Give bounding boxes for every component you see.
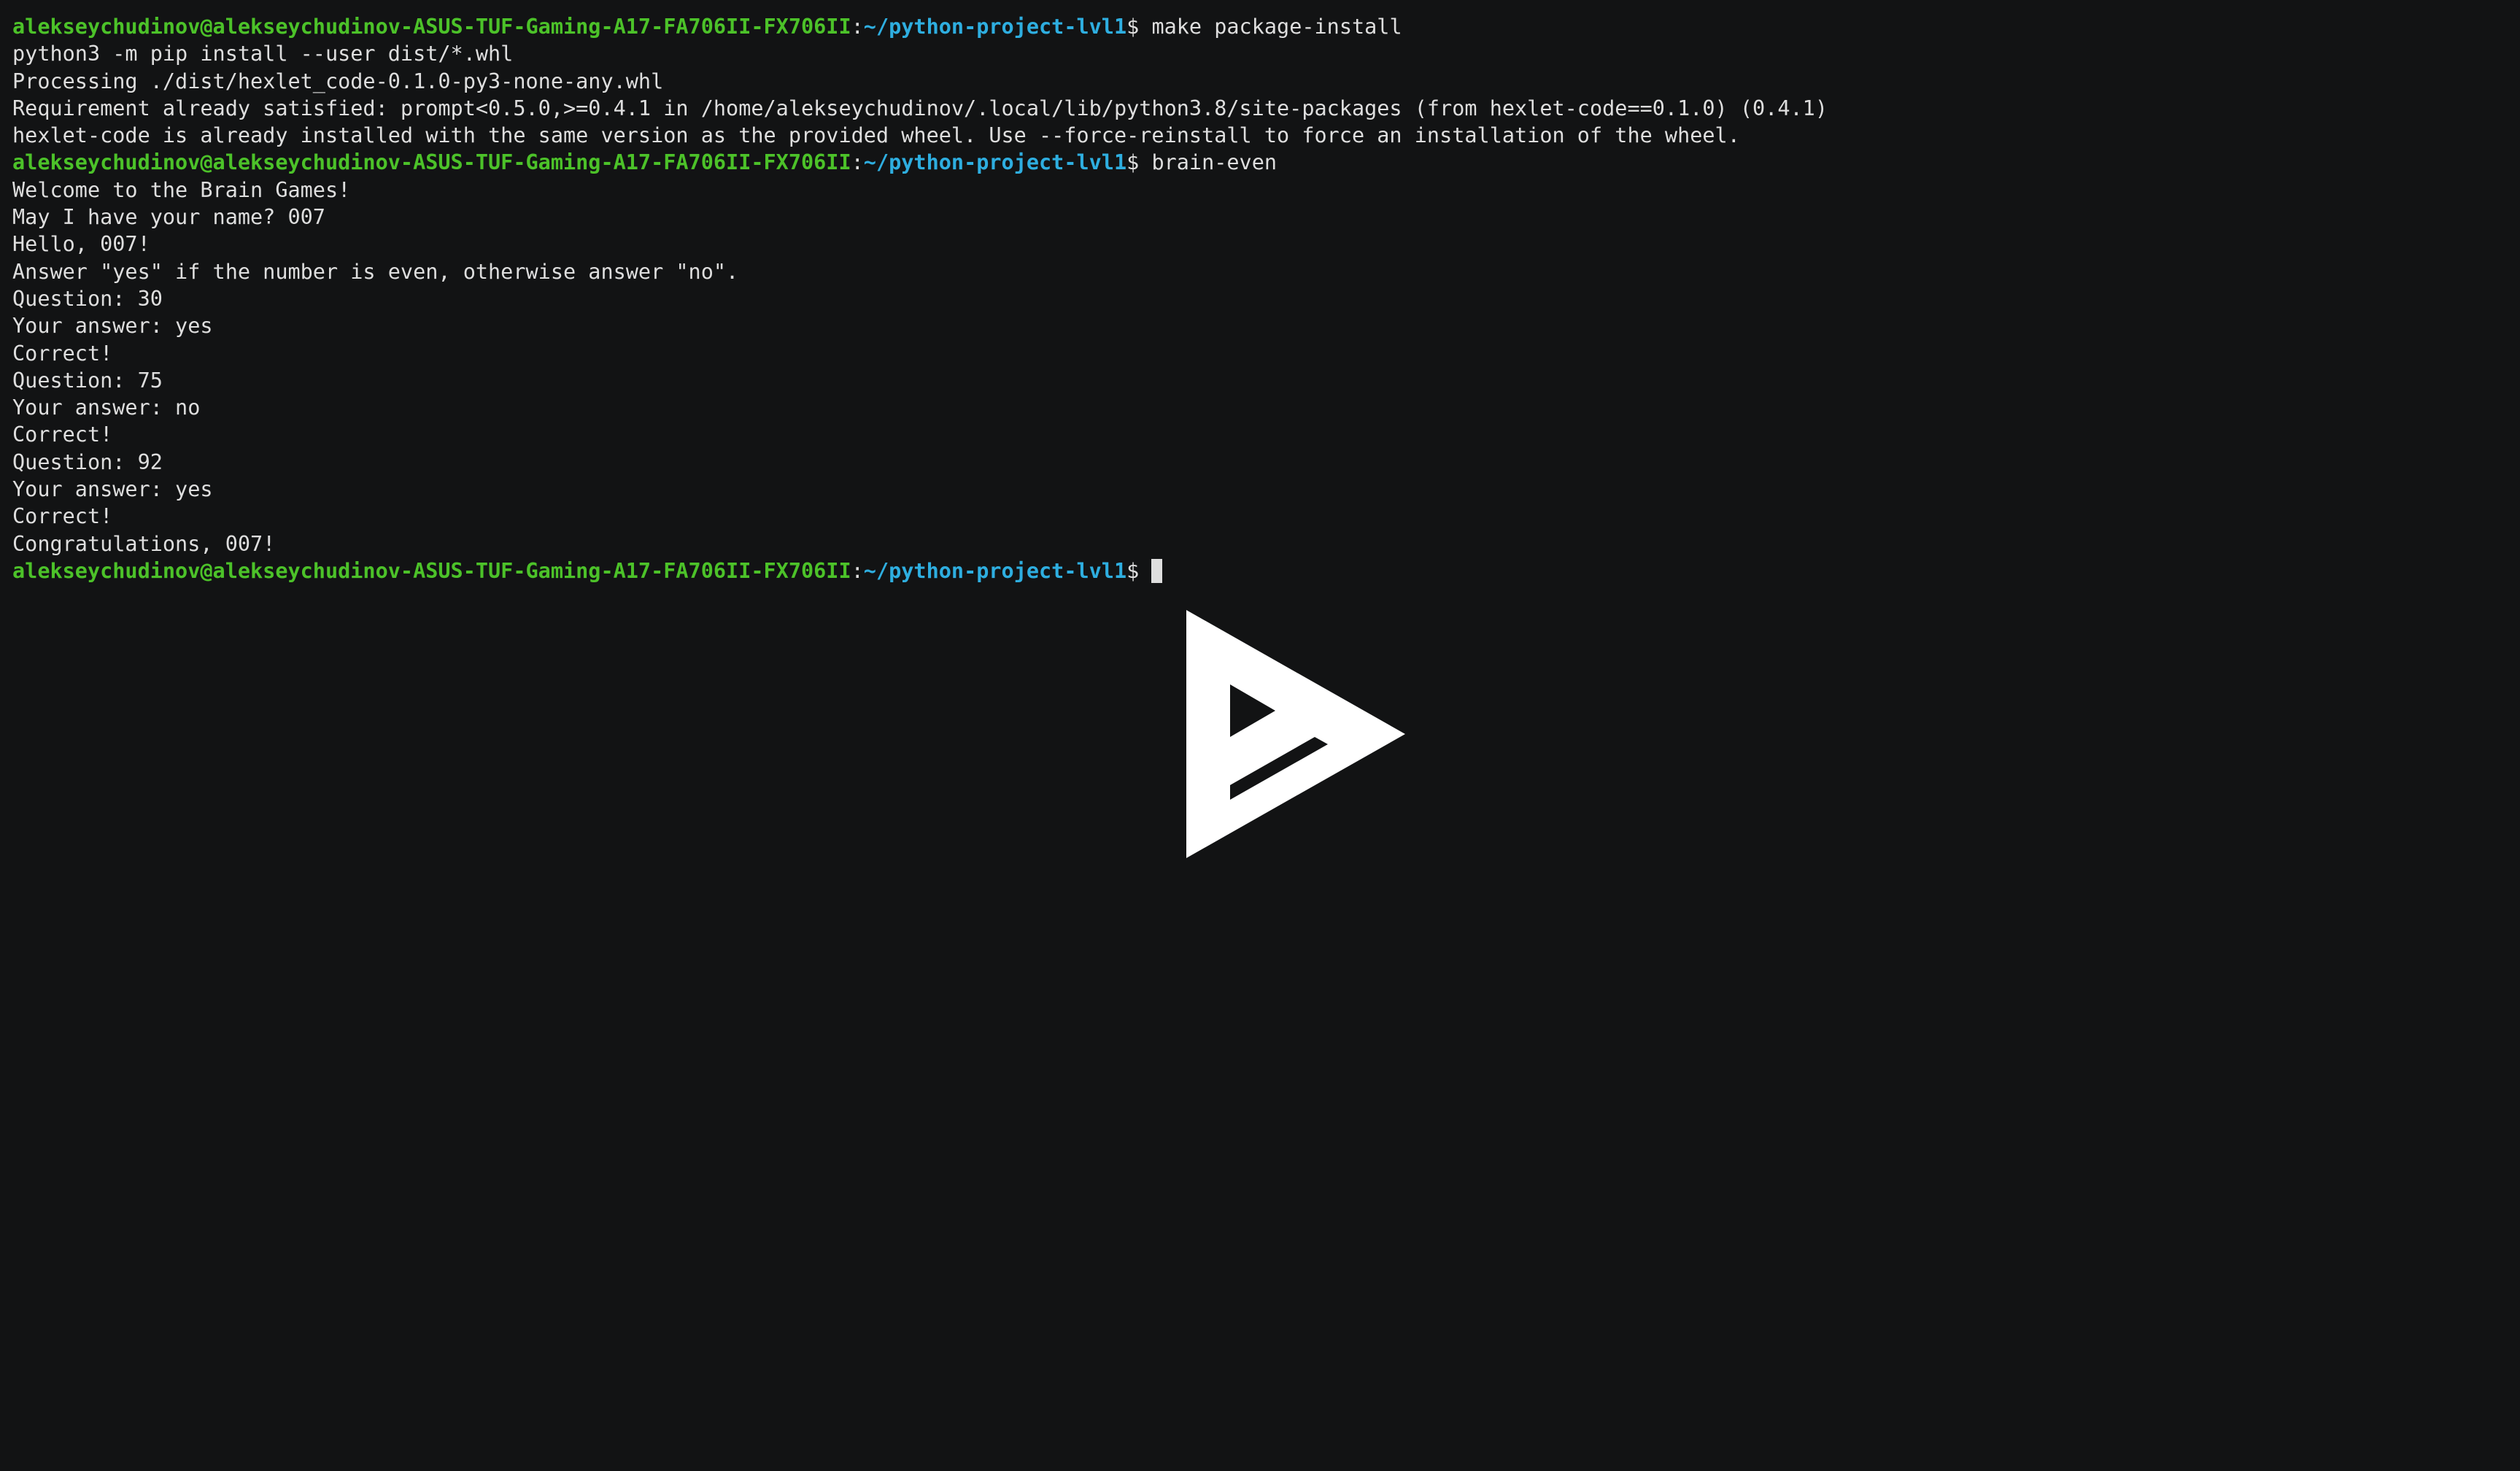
output-line: Question: 30 (12, 286, 163, 311)
output-line: hexlet-code is already installed with th… (12, 123, 1740, 148)
output-line: Question: 75 (12, 368, 163, 393)
prompt-path: ~/python-project-lvl1 (863, 558, 1127, 583)
command-line: alekseychudinov@alekseychudinov-ASUS-TUF… (12, 13, 1828, 40)
output-line: May I have your name? 007 (12, 205, 325, 230)
prompt-separator: : (851, 150, 864, 175)
command-text: brain-even (1151, 150, 1278, 175)
prompt-symbol: $ (1126, 15, 1152, 39)
output-line: Congratulations, 007! (12, 531, 276, 556)
prompt-separator: : (851, 558, 864, 583)
terminal-window[interactable]: alekseychudinov@alekseychudinov-ASUS-TUF… (0, 0, 2520, 1471)
output-line: Your answer: no (12, 395, 201, 420)
output-line: Correct! (12, 504, 113, 529)
prompt-path: ~/python-project-lvl1 (863, 15, 1127, 39)
command-line: alekseychudinov@alekseychudinov-ASUS-TUF… (12, 557, 1828, 584)
prompt-path: ~/python-project-lvl1 (863, 150, 1127, 175)
output-line: Hello, 007! (12, 232, 150, 257)
output-line: Welcome to the Brain Games! (12, 177, 351, 202)
prompt-user-host: alekseychudinov@alekseychudinov-ASUS-TUF… (12, 15, 851, 39)
output-line: python3 -m pip install --user dist/*.whl (12, 42, 514, 66)
prompt-separator: : (851, 15, 864, 39)
command-text: make package-install (1151, 15, 1402, 39)
output-line: Correct! (12, 341, 113, 366)
prompt-symbol: $ (1126, 558, 1152, 583)
output-line: Your answer: yes (12, 314, 213, 339)
command-line: alekseychudinov@alekseychudinov-ASUS-TUF… (12, 149, 1828, 176)
terminal-output: alekseychudinov@alekseychudinov-ASUS-TUF… (12, 13, 1828, 584)
prompt-user-host: alekseychudinov@alekseychudinov-ASUS-TUF… (12, 558, 851, 583)
output-line: Your answer: yes (12, 477, 213, 502)
prompt-symbol: $ (1126, 150, 1152, 175)
asciinema-play-icon[interactable] (1182, 606, 1410, 862)
output-line: Answer "yes" if the number is even, othe… (12, 259, 739, 284)
output-line: Question: 92 (12, 449, 163, 474)
output-line: Correct! (12, 422, 113, 447)
prompt-user-host: alekseychudinov@alekseychudinov-ASUS-TUF… (12, 150, 851, 175)
output-line: Requirement already satisfied: prompt<0.… (12, 96, 1828, 120)
terminal-cursor (1151, 558, 1163, 583)
output-line: Processing ./dist/hexlet_code-0.1.0-py3-… (12, 69, 664, 93)
